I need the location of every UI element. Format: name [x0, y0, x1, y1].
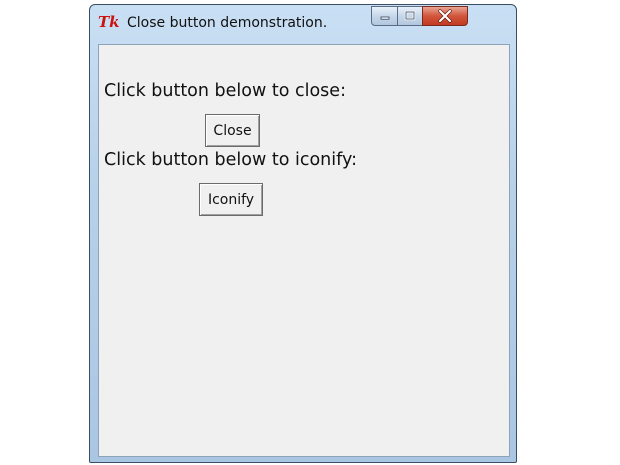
maximize-icon: [404, 10, 416, 21]
maximize-button[interactable]: [397, 6, 423, 26]
app-window: Tk Close button demonstration. Click but…: [89, 4, 517, 463]
iconify-prompt-label: Click button below to iconify:: [104, 150, 357, 170]
window-client-area: Click button below to close: Close Click…: [98, 44, 510, 457]
close-button[interactable]: Close: [205, 114, 260, 147]
tk-app-icon[interactable]: Tk: [98, 13, 120, 31]
minimize-button[interactable]: [371, 6, 398, 26]
close-prompt-label: Click button below to close:: [104, 81, 346, 101]
title-bar[interactable]: Tk Close button demonstration.: [90, 5, 516, 41]
close-window-button[interactable]: [422, 6, 468, 26]
iconify-button[interactable]: Iconify: [199, 183, 263, 216]
close-icon: [438, 9, 452, 23]
minimize-icon: [380, 16, 389, 20]
window-title: Close button demonstration.: [127, 15, 328, 31]
